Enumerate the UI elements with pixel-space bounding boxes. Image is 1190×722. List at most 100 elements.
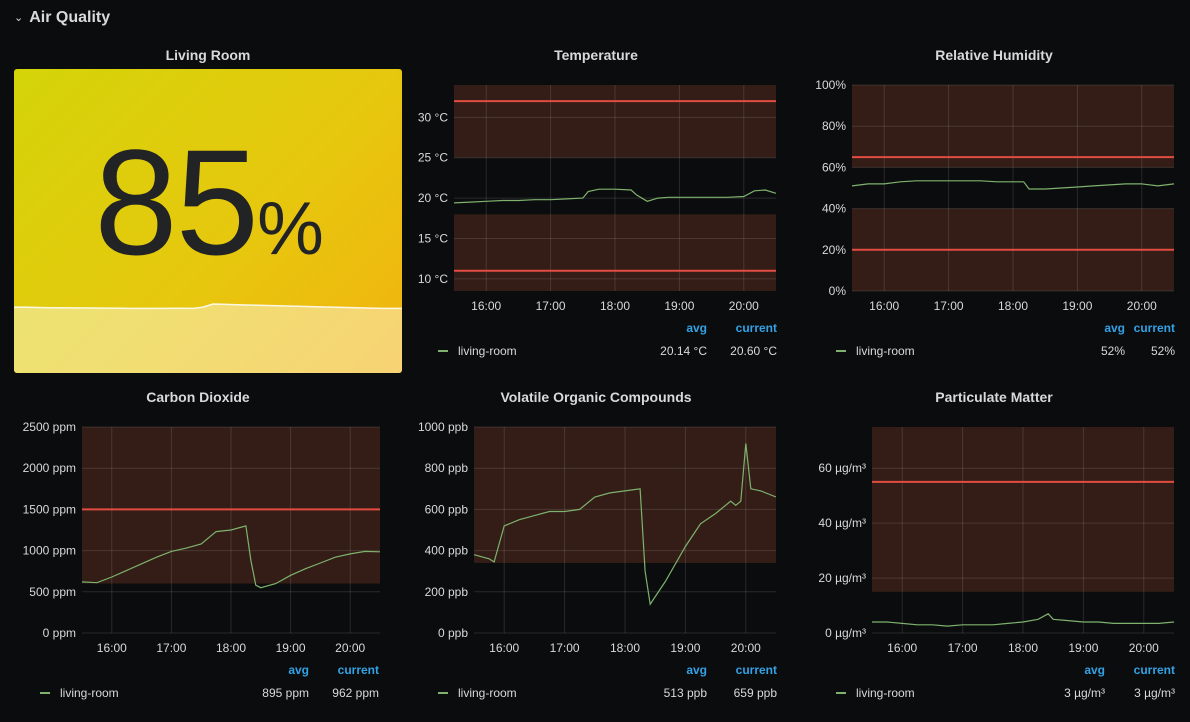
living-room-panel: Living Room 85%: [14, 43, 402, 373]
x-tick-label: 18:00: [216, 641, 246, 655]
legend-current-header: current: [1133, 321, 1175, 335]
y-tick-label: 0 µg/m³: [825, 626, 866, 640]
x-tick-label: 17:00: [550, 641, 580, 655]
x-tick-label: 20:00: [1129, 641, 1159, 655]
singlestat-body[interactable]: 85%: [14, 69, 402, 373]
legend: avg current living-room 895 ppm 962 ppm: [12, 663, 384, 703]
y-tick-label: 500 ppm: [29, 585, 76, 599]
x-tick-label: 17:00: [536, 299, 566, 313]
panel-title: Carbon Dioxide: [146, 389, 250, 405]
legend-current-value: 52%: [1150, 344, 1175, 358]
x-tick-label: 19:00: [1068, 641, 1098, 655]
x-tick-label: 18:00: [1008, 641, 1038, 655]
y-tick-label: 30 °C: [418, 110, 448, 124]
legend-avg-header: avg: [686, 663, 707, 677]
legend-avg-header: avg: [1104, 321, 1125, 335]
legend-series-name[interactable]: living-room: [458, 686, 517, 700]
legend-current-header: current: [735, 321, 777, 335]
x-tick-label: 20:00: [731, 641, 761, 655]
x-tick-label: 16:00: [869, 299, 899, 313]
legend-series-name[interactable]: living-room: [856, 344, 915, 358]
y-tick-label: 60%: [822, 160, 846, 174]
legend: avg current living-room 52% 52%: [808, 321, 1180, 361]
x-tick-label: 16:00: [471, 299, 501, 313]
sparkline-area: [14, 304, 402, 373]
y-tick-label: 40%: [822, 202, 846, 216]
y-tick-label: 20 °C: [418, 191, 448, 205]
x-tick-label: 20:00: [1127, 299, 1157, 313]
legend-current-value: 20.60 °C: [730, 344, 777, 358]
voc-graph[interactable]: 1000 ppb 800 ppb 600 ppb 400 ppb 200 ppb 0 pp…: [410, 409, 782, 689]
legend-series-color: [438, 692, 448, 694]
legend-avg-header: avg: [288, 663, 309, 677]
legend-current-header: current: [1133, 663, 1175, 677]
x-tick-label: 16:00: [489, 641, 519, 655]
legend-current-value: 3 µg/m³: [1134, 686, 1175, 700]
y-tick-label: 200 ppb: [425, 585, 469, 599]
y-tick-label: 800 ppb: [425, 461, 469, 475]
x-tick-label: 16:00: [887, 641, 917, 655]
y-tick-label: 20 µg/m³: [818, 571, 866, 585]
legend-current-header: current: [735, 663, 777, 677]
legend-series-name[interactable]: living-room: [856, 686, 915, 700]
y-tick-label: 0 ppm: [43, 626, 76, 640]
y-tick-label: 1500 ppm: [23, 502, 76, 516]
x-tick-label: 18:00: [600, 299, 630, 313]
humidity-graph[interactable]: 100% 80% 60% 40% 20% 0% 16:00 17:00 18:00 19:00 20…: [808, 67, 1180, 347]
pm-panel: Particulate Matter 60 µg/m³ 40 µg/m³ 20 µg…: [808, 385, 1180, 705]
chevron-down-icon: ⌄: [14, 11, 24, 24]
x-tick-label: 20:00: [729, 299, 759, 313]
legend-avg-header: avg: [686, 321, 707, 335]
panel-title: Temperature: [554, 47, 638, 63]
singlestat-unit: %: [257, 186, 324, 270]
y-tick-label: 1000 ppm: [23, 544, 76, 558]
legend-series-color: [438, 350, 448, 352]
y-tick-label: 2000 ppm: [23, 461, 76, 475]
y-tick-label: 100%: [815, 78, 846, 92]
x-tick-label: 18:00: [998, 299, 1028, 313]
voc-panel: Volatile Organic Compounds 1000 ppb 800 p…: [410, 385, 782, 705]
legend-series-color: [40, 692, 50, 694]
y-tick-label: 80%: [822, 119, 846, 133]
legend-series-color: [836, 350, 846, 352]
pm-graph[interactable]: 60 µg/m³ 40 µg/m³ 20 µg/m³ 0 µg/m³ 16:00 17:0…: [808, 409, 1180, 689]
x-tick-label: 16:00: [97, 641, 127, 655]
singlestat-number: 85: [94, 118, 259, 286]
panel-title: Living Room: [165, 47, 251, 63]
y-tick-label: 0 ppb: [438, 626, 468, 640]
x-tick-label: 19:00: [670, 641, 700, 655]
legend-current-value: 659 ppb: [733, 686, 777, 700]
row-title: Air Quality: [29, 9, 111, 26]
legend: avg current living-room 3 µg/m³ 3 µg/m³: [808, 663, 1180, 703]
y-tick-label: 40 µg/m³: [818, 516, 866, 530]
x-tick-label: 19:00: [1062, 299, 1092, 313]
x-tick-label: 17:00: [934, 299, 964, 313]
temperature-panel: Temperature 30 °C 25 °C 20 °C 15 °C 10 °C 16:…: [410, 43, 782, 363]
legend-series-name[interactable]: living-room: [60, 686, 119, 700]
temperature-graph[interactable]: 30 °C 25 °C 20 °C 15 °C 10 °C 16:00 17:00 18:00…: [410, 67, 782, 347]
legend-current-header: current: [337, 663, 379, 677]
legend-series-name[interactable]: living-room: [458, 344, 517, 358]
x-tick-label: 17:00: [156, 641, 186, 655]
co2-panel: Carbon Dioxide 2500 ppm 2000 ppm 1500 ppm 1…: [12, 385, 384, 705]
row-header-air-quality[interactable]: ⌄ Air Quality: [14, 6, 110, 30]
x-tick-label: 18:00: [610, 641, 640, 655]
singlestat-value: 85%: [14, 127, 402, 277]
y-tick-label: 10 °C: [418, 272, 448, 286]
y-tick-label: 2500 ppm: [23, 420, 76, 434]
x-tick-label: 19:00: [664, 299, 694, 313]
legend: avg current living-room 513 ppb 659 ppb: [410, 663, 782, 703]
legend-avg-value: 3 µg/m³: [1064, 686, 1105, 700]
co2-graph[interactable]: 2500 ppm 2000 ppm 1500 ppm 1000 ppm 500 ppm 0…: [12, 409, 384, 689]
legend-avg-value: 52%: [1100, 344, 1125, 358]
panel-title: Particulate Matter: [935, 389, 1053, 405]
y-tick-label: 15 °C: [418, 231, 448, 245]
humidity-panel: Relative Humidity 100% 80% 60% 40% 20% 0% 16:0…: [808, 43, 1180, 363]
legend-avg-header: avg: [1084, 663, 1105, 677]
y-tick-label: 600 ppb: [425, 502, 469, 516]
y-tick-label: 400 ppb: [425, 544, 469, 558]
legend-current-value: 962 ppm: [332, 686, 379, 700]
x-tick-label: 19:00: [276, 641, 306, 655]
legend-series-color: [836, 692, 846, 694]
panel-title: Relative Humidity: [935, 47, 1053, 63]
